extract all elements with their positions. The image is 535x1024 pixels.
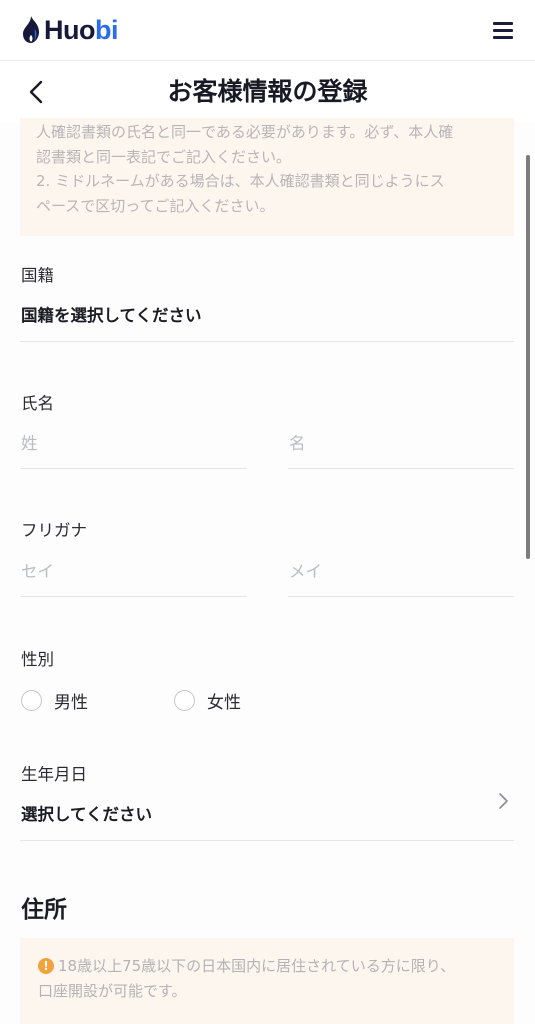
radio-circle[interactable] [174,690,195,711]
notice-line: 2. ミドルネームがある場合は、本人確認書類と同じようにス [36,172,445,190]
logo-text-accent: bi [94,15,119,45]
first-name-kana-input[interactable]: メイ [289,558,322,582]
gender-label: 性別 [21,650,54,669]
address-section-title: 住所 [21,897,67,923]
radio-circle[interactable] [21,690,42,711]
top-header: Huobi [0,0,535,61]
first-name-input[interactable]: 名 [289,430,306,454]
divider [20,840,514,841]
nationality-select[interactable]: 国籍を選択してください [21,302,202,326]
gender-radio-male[interactable]: 男性 [21,688,88,713]
divider [20,341,514,342]
name-label: 氏名 [21,394,54,413]
last-name-kana-input[interactable]: セイ [21,558,54,582]
scrollbar-thumb[interactable] [526,155,530,559]
page-title: お客様情報の登録 [167,77,368,106]
notice-line: ! 18歳以上75歳以下の日本国内に居住されている方に限り、 [38,954,496,979]
address-notice-box: ! 18歳以上75歳以下の日本国内に居住されている方に限り、 口座開設が可能です。 [20,938,514,1024]
notice-line: 認書類と同一表記でご記入ください。 [36,147,292,166]
notice-line: ペースで区切ってご記入ください。 [36,196,275,215]
flame-icon [23,16,39,43]
notice-box: 人確認書類の氏名と同一である必要があります。必ず、本人確 認書類と同一表記でご記… [20,118,514,236]
hamburger-menu-icon[interactable] [493,22,513,39]
title-bar: お客様情報の登録 [0,61,535,123]
logo-text: Huobi [44,14,118,46]
divider [288,596,514,597]
birthdate-select[interactable]: 選択してください [21,801,152,825]
divider [288,468,514,469]
gender-radio-female[interactable]: 女性 [174,688,241,713]
logo-text-primary: Huo [44,15,95,45]
furigana-label: フリガナ [21,521,87,540]
notice-line: 人確認書類の氏名と同一である必要があります。必ず、本人確 [36,123,454,141]
divider [20,468,247,469]
birthdate-label: 生年月日 [21,765,87,784]
nationality-label: 国籍 [21,266,54,285]
warning-icon: ! [38,958,54,974]
chevron-right-icon[interactable] [496,791,510,811]
radio-label: 男性 [54,693,88,713]
huobi-logo[interactable]: Huobi [22,14,118,46]
divider [20,596,247,597]
notice-text: 18歳以上75歳以下の日本国内に居住されている方に限り、 [58,957,456,975]
notice-line: 口座開設が可能です。 [38,982,187,1000]
radio-label: 女性 [207,693,241,713]
last-name-input[interactable]: 姓 [21,430,38,454]
